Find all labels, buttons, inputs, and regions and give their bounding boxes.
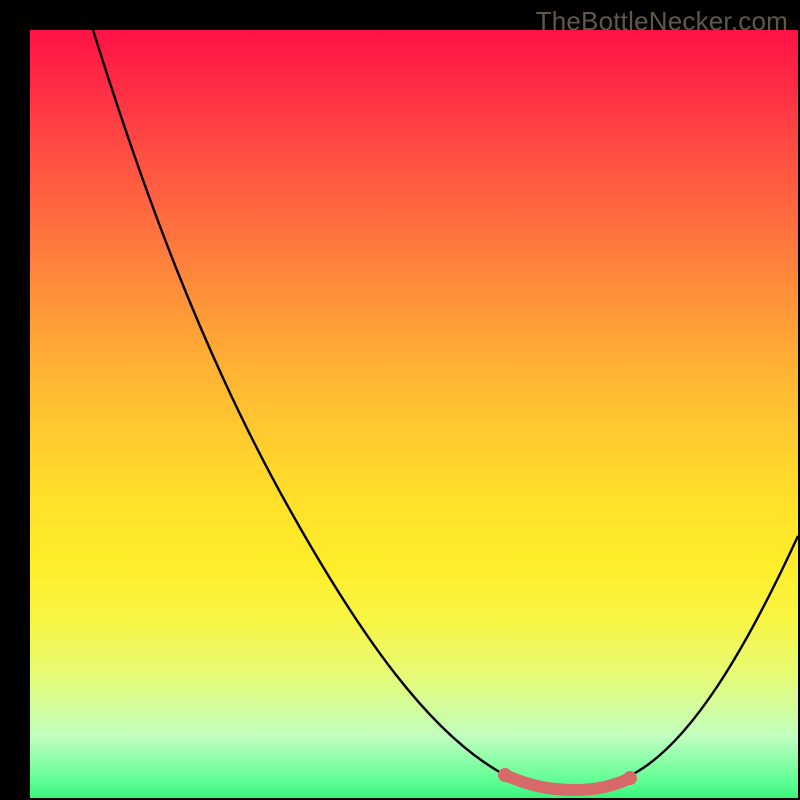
highlight-start-dot xyxy=(498,768,512,782)
curve-overlay xyxy=(30,30,798,798)
watermark-text: TheBottleNecker.com xyxy=(536,6,788,37)
highlight-end-dot xyxy=(623,771,637,785)
plot-area xyxy=(30,30,798,798)
main-curve xyxy=(93,30,798,787)
highlight-segment xyxy=(505,775,630,790)
chart-root: TheBottleNecker.com xyxy=(0,0,800,800)
